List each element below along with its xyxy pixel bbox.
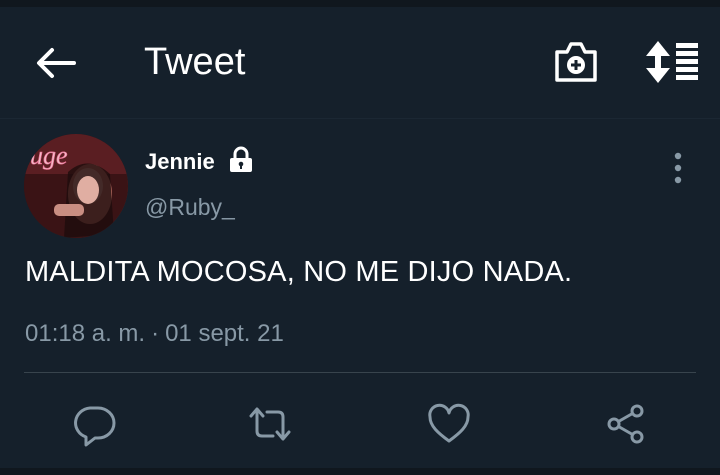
sort-button[interactable] bbox=[644, 39, 700, 85]
retweet-button[interactable] bbox=[247, 401, 293, 447]
more-vertical-icon bbox=[674, 152, 682, 184]
sort-list-icon bbox=[646, 41, 698, 83]
bottom-strip bbox=[0, 468, 720, 475]
avatar-photo: uge bbox=[24, 134, 128, 238]
svg-text:uge: uge bbox=[30, 141, 68, 170]
lock-icon bbox=[230, 146, 252, 172]
like-button[interactable] bbox=[426, 401, 472, 447]
arrow-left-icon bbox=[37, 48, 76, 78]
author-handle[interactable]: @Ruby_ bbox=[145, 194, 235, 221]
tweet-actions-bar bbox=[0, 373, 720, 473]
comment-icon bbox=[74, 406, 116, 447]
status-strip bbox=[0, 0, 720, 7]
tweet-date[interactable]: 01 sept. 21 bbox=[165, 320, 284, 347]
share-icon bbox=[607, 404, 644, 444]
tweet-text: MALDITA MOCOSA, NO ME DIJO NADA. bbox=[25, 256, 573, 288]
page-title: Tweet bbox=[144, 41, 246, 83]
heart-icon bbox=[428, 403, 470, 443]
avatar[interactable]: uge bbox=[24, 134, 128, 238]
reply-button[interactable] bbox=[71, 401, 117, 447]
retweet-icon bbox=[249, 407, 291, 441]
meta-separator: · bbox=[151, 320, 160, 347]
tweet-time[interactable]: 01:18 a. m. bbox=[25, 320, 145, 347]
more-options-button[interactable] bbox=[664, 150, 692, 186]
app-header: Tweet bbox=[0, 7, 720, 119]
tweet-timestamp: 01:18 a. m. · 01 sept. 21 bbox=[25, 320, 284, 348]
back-button[interactable] bbox=[34, 45, 78, 81]
camera-plus-icon bbox=[555, 42, 597, 82]
author-display-name[interactable]: Jennie bbox=[145, 149, 215, 175]
share-button[interactable] bbox=[603, 401, 649, 447]
camera-button[interactable] bbox=[553, 40, 599, 84]
